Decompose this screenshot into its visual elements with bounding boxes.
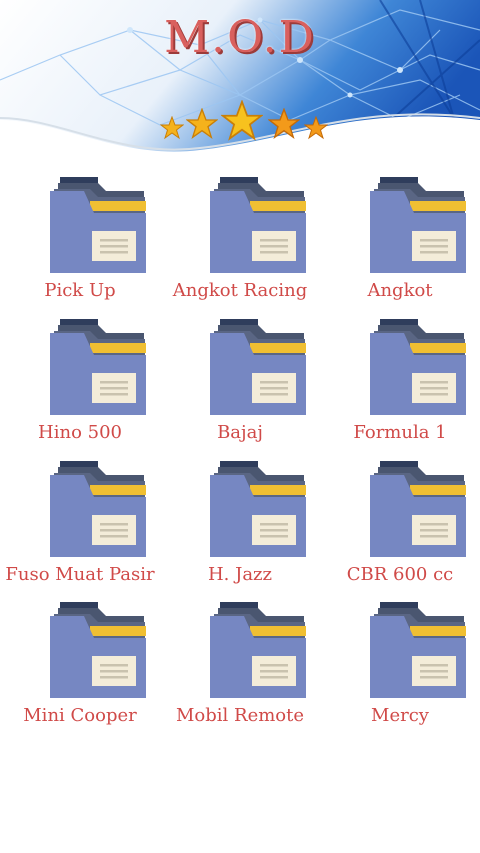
folder-label: Angkot Racing bbox=[172, 280, 308, 301]
folder-label: Angkot bbox=[367, 280, 433, 301]
folder-item[interactable]: Hino 500 bbox=[0, 317, 160, 452]
folder-label: Mobil Remote bbox=[175, 705, 305, 726]
header-banner: M.O.D bbox=[0, 0, 480, 175]
folder-label: CBR 600 cc bbox=[346, 564, 454, 585]
folder-label: Fuso Muat Pasir bbox=[5, 564, 155, 585]
folder-label: Hino 500 bbox=[38, 422, 122, 443]
folder-label: H. Jazz bbox=[207, 564, 273, 585]
folder-label: Bajaj bbox=[217, 422, 263, 443]
folder-label: Mini Cooper bbox=[23, 705, 137, 726]
star-icon bbox=[160, 116, 184, 140]
folder-item[interactable]: Mercy bbox=[320, 600, 480, 735]
folder-item[interactable]: H. Jazz bbox=[160, 459, 320, 594]
star-icon bbox=[304, 116, 328, 140]
folder-item[interactable]: Mobil Remote bbox=[160, 600, 320, 735]
folder-item[interactable]: Angkot bbox=[320, 175, 480, 310]
folder-item[interactable]: CBR 600 cc bbox=[320, 459, 480, 594]
folder-item[interactable]: Fuso Muat Pasir bbox=[0, 459, 160, 594]
folder-label: Pick Up bbox=[44, 280, 116, 301]
rating-stars bbox=[0, 100, 480, 146]
star-icon bbox=[268, 108, 300, 140]
folder-label: Formula 1 bbox=[353, 422, 447, 443]
star-icon bbox=[221, 100, 263, 141]
folder-item[interactable]: Mini Cooper bbox=[0, 600, 160, 735]
star-icon bbox=[186, 108, 218, 140]
folder-label: Mercy bbox=[371, 705, 429, 726]
folder-item[interactable]: Bajaj bbox=[160, 317, 320, 452]
folder-item[interactable]: Formula 1 bbox=[320, 317, 480, 452]
folder-item[interactable]: Angkot Racing bbox=[160, 175, 320, 310]
folder-item[interactable]: Pick Up bbox=[0, 175, 160, 310]
app-title: M.O.D bbox=[164, 12, 316, 63]
